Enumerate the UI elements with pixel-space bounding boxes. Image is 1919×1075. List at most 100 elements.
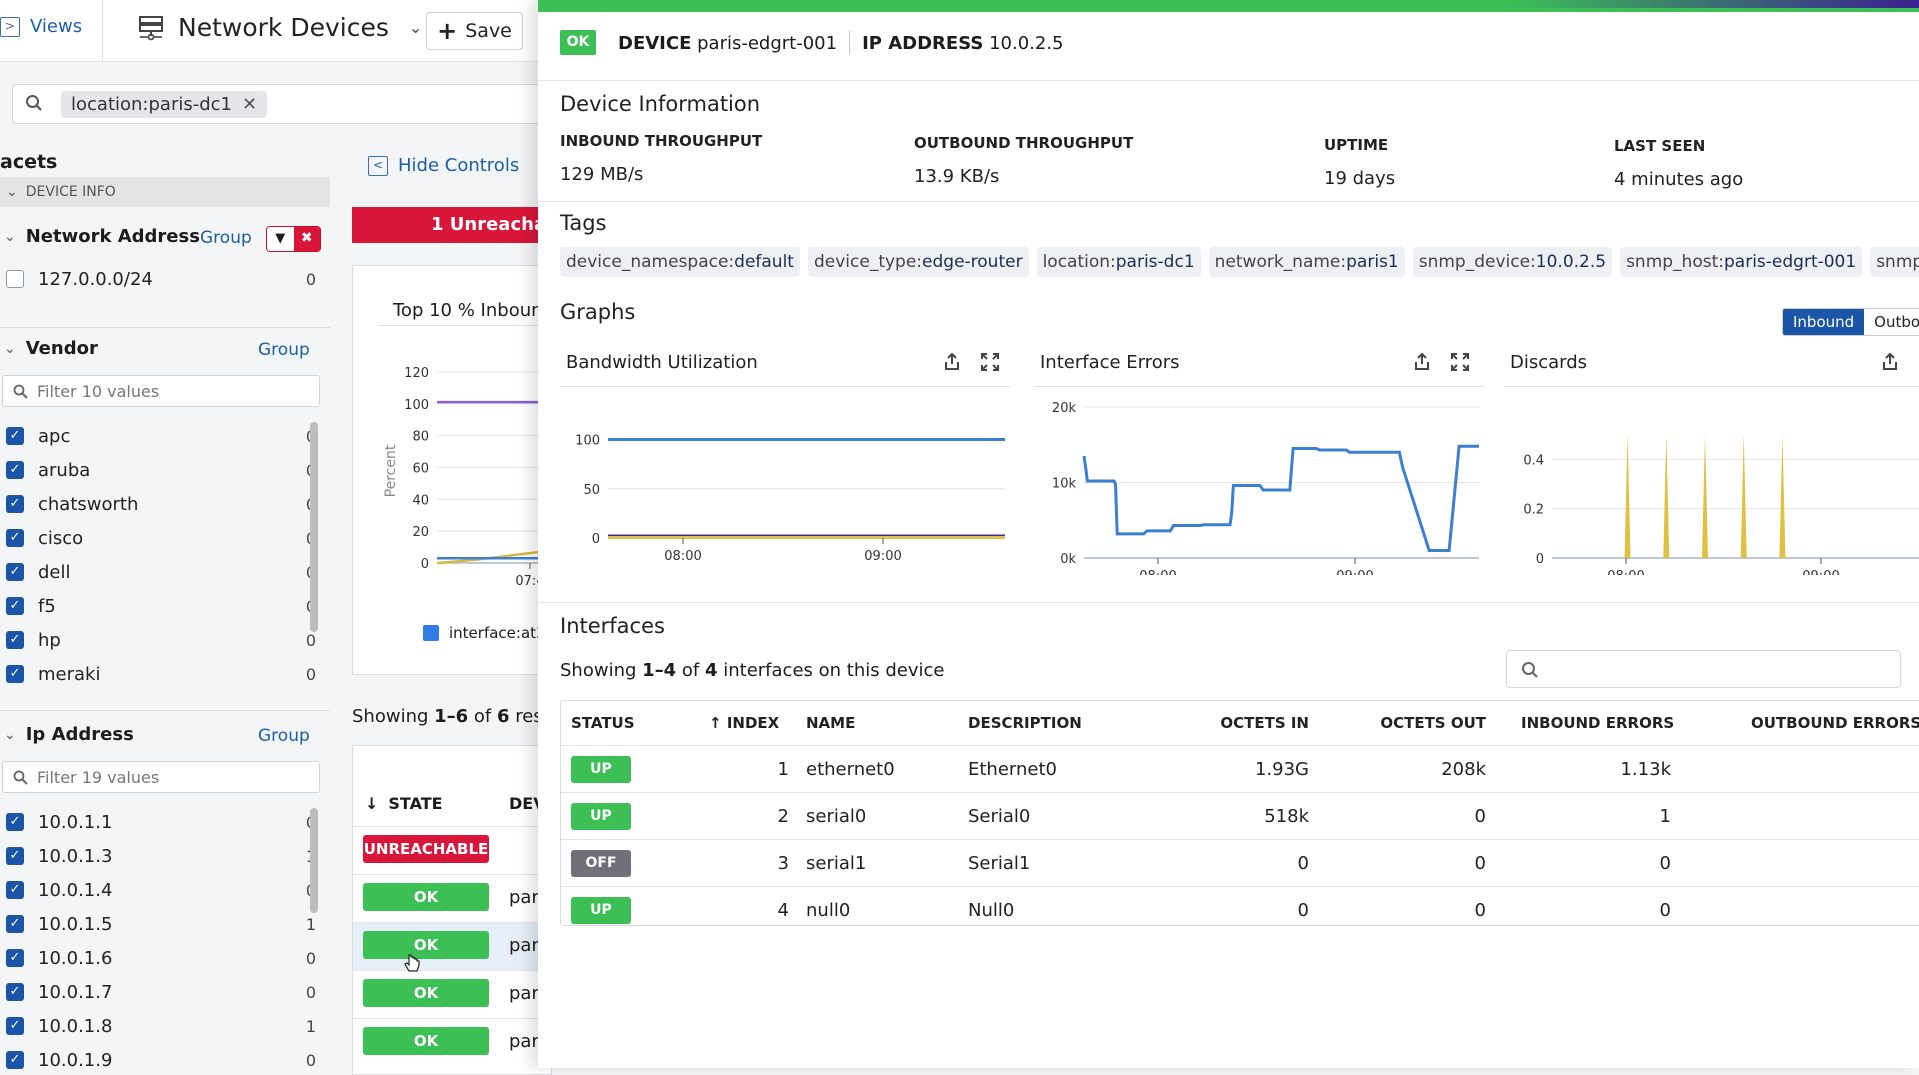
scrollbar[interactable]: [310, 808, 318, 913]
tag-chip[interactable]: device_type:edge-router: [807, 247, 1029, 277]
tag-chip[interactable]: device_namespace:default: [560, 247, 800, 277]
hide-controls-button[interactable]: < Hide Controls: [368, 155, 519, 176]
group-button[interactable]: Group: [258, 340, 310, 360]
legend-label: interface:at3/: [449, 624, 551, 642]
checkbox[interactable]: ✓: [6, 529, 24, 547]
checkbox[interactable]: ✓: [6, 631, 24, 649]
facet-item[interactable]: ✓f50: [6, 594, 316, 618]
checkbox[interactable]: ✓: [6, 597, 24, 615]
checkbox[interactable]: ✓: [6, 461, 24, 479]
export-icon[interactable]: [942, 352, 962, 372]
checkbox[interactable]: ✓: [6, 563, 24, 581]
bandwidth-utilization-chart: 0 50 100 08:00 09:00: [575, 434, 1005, 564]
filter-icon[interactable]: ▼: [267, 227, 294, 251]
y-tick-label: 0: [421, 557, 429, 572]
ip-filter-input[interactable]: Filter 19 values: [2, 761, 320, 793]
table-row[interactable]: UP 1 ethernet0 Ethernet0 1.93G 208k 1.13k: [561, 745, 1919, 792]
table-row[interactable]: OK pari: [353, 922, 553, 970]
facet-item[interactable]: ✓ 10.0.1.9 0: [6, 1048, 316, 1072]
tag-chip[interactable]: location:paris-dc1: [1036, 247, 1201, 277]
checkbox[interactable]: ✓: [6, 495, 24, 513]
expand-icon[interactable]: [1450, 352, 1470, 372]
facet-item[interactable]: ✓ 10.0.1.5 1: [6, 912, 316, 936]
tag-chip[interactable]: network_name:paris1: [1208, 247, 1405, 277]
facet-item[interactable]: ✓apc0: [6, 424, 316, 448]
facet-item[interactable]: ✓10.0.1.31: [6, 844, 316, 868]
table-row[interactable]: UP 2 serial0 Serial0 518k 0 1: [561, 792, 1919, 839]
column-header-octets-out[interactable]: OCTETS OUT: [1341, 701, 1486, 745]
facet-item[interactable]: ✓ 10.0.1.7 0: [6, 980, 316, 1004]
checkbox[interactable]: ✓: [6, 949, 24, 967]
checkbox[interactable]: ✓: [6, 665, 24, 683]
clear-filter-icon[interactable]: ✖: [293, 227, 320, 251]
facet-item[interactable]: ✓10.0.1.40: [6, 878, 316, 902]
save-button[interactable]: + Save: [426, 12, 523, 50]
checkbox[interactable]: [6, 270, 24, 288]
checkbox[interactable]: ✓: [6, 813, 24, 831]
graph-title: Interface Errors: [1040, 352, 1180, 373]
column-header-state[interactable]: ↓ STATE: [365, 794, 443, 813]
column-header-index[interactable]: ↑ INDEX: [709, 701, 779, 745]
page-title-dropdown[interactable]: Network Devices ⌄: [138, 13, 422, 42]
search-input[interactable]: location:paris-dc1 ✕: [12, 84, 542, 124]
facet-item[interactable]: ✓ 10.0.1.8 1: [6, 1014, 316, 1038]
search-filter-chip[interactable]: location:paris-dc1 ✕: [61, 91, 268, 118]
column-header-outbound-errors[interactable]: OUTBOUND ERRORS: [1751, 701, 1919, 745]
tag-chip[interactable]: snmp_device:10.0.2.5: [1412, 247, 1613, 277]
facet-item[interactable]: ✓aruba0: [6, 458, 316, 482]
column-header-octets-in[interactable]: OCTETS IN: [1181, 701, 1309, 745]
group-button[interactable]: Group: [258, 726, 310, 746]
facet-item[interactable]: ✓chatsworth0: [6, 492, 316, 516]
scrollbar[interactable]: [310, 422, 318, 632]
facet-item[interactable]: 127.0.0.0/24 0: [6, 267, 316, 291]
checkbox[interactable]: ✓: [6, 847, 24, 865]
table-row[interactable]: OK pari: [353, 1018, 553, 1066]
facet-item[interactable]: ✓dell0: [6, 560, 316, 584]
discards-card: Discards 0 0.2 0.4 08:00 09:00: [1504, 340, 1919, 575]
facet-filter-toggle[interactable]: ▼ ✖: [266, 226, 321, 252]
export-icon[interactable]: [1412, 352, 1432, 372]
table-row[interactable]: OK pari: [353, 874, 553, 922]
close-icon[interactable]: ✕: [242, 94, 257, 115]
checkbox[interactable]: ✓: [6, 915, 24, 933]
checkbox[interactable]: ✓: [6, 1051, 24, 1069]
group-button[interactable]: Group: [200, 228, 252, 248]
table-row[interactable]: OK pari: [353, 970, 553, 1018]
column-header-status[interactable]: STATUS: [571, 701, 635, 745]
facet-item-count: 0: [305, 630, 316, 650]
interfaces-search-input[interactable]: [1506, 650, 1901, 688]
direction-toggle[interactable]: Inbound Outbound: [1782, 308, 1919, 336]
outbound-toggle[interactable]: Outbound: [1864, 309, 1919, 335]
table-row[interactable]: OFF 3 serial1 Serial1 0 0 0: [561, 839, 1919, 886]
checkbox[interactable]: ✓: [6, 983, 24, 1001]
facet-vendor-header[interactable]: ⌄ Vendor: [4, 338, 98, 359]
y-tick-label: 100: [404, 398, 429, 413]
views-button[interactable]: > Views: [0, 16, 82, 37]
column-header-inbound-errors[interactable]: INBOUND ERRORS: [1521, 701, 1674, 745]
facet-ip-address-header[interactable]: ⌄ Ip Address: [4, 724, 134, 745]
facet-item[interactable]: ✓10.0.1.10: [6, 810, 316, 834]
checkbox[interactable]: ✓: [6, 881, 24, 899]
unreachable-banner[interactable]: 1 Unreachable: [352, 207, 552, 243]
inbound-toggle[interactable]: Inbound: [1783, 309, 1865, 335]
tag-chip[interactable]: snmp_host:paris-edgrt-001: [1620, 247, 1863, 277]
table-row[interactable]: UP 4 null0 Null0 0 0 0: [561, 886, 1919, 933]
expand-icon[interactable]: [980, 352, 1000, 372]
column-header-description[interactable]: DESCRIPTION: [968, 701, 1082, 745]
chart-legend[interactable]: interface:at3/: [423, 624, 551, 642]
device-info-section[interactable]: ⌄ DEVICE INFO: [0, 177, 330, 207]
facet-item-count: 1: [305, 914, 316, 934]
octets-in: 0: [1297, 853, 1309, 874]
vendor-filter-input[interactable]: Filter 10 values: [2, 375, 320, 407]
facet-network-address-header[interactable]: ⌄ Network Address: [4, 226, 200, 247]
tag-chip[interactable]: snmp_profil...: [1870, 247, 1919, 277]
facet-item[interactable]: ✓ hp 0: [6, 628, 316, 652]
checkbox[interactable]: ✓: [6, 427, 24, 445]
table-row[interactable]: UNREACHABLE: [353, 826, 553, 874]
facet-item[interactable]: ✓ 10.0.1.6 0: [6, 946, 316, 970]
facet-item[interactable]: ✓cisco0: [6, 526, 316, 550]
column-header-name[interactable]: NAME: [806, 701, 855, 745]
facet-item[interactable]: ✓ meraki 0: [6, 662, 316, 686]
export-icon[interactable]: [1880, 352, 1900, 372]
checkbox[interactable]: ✓: [6, 1017, 24, 1035]
